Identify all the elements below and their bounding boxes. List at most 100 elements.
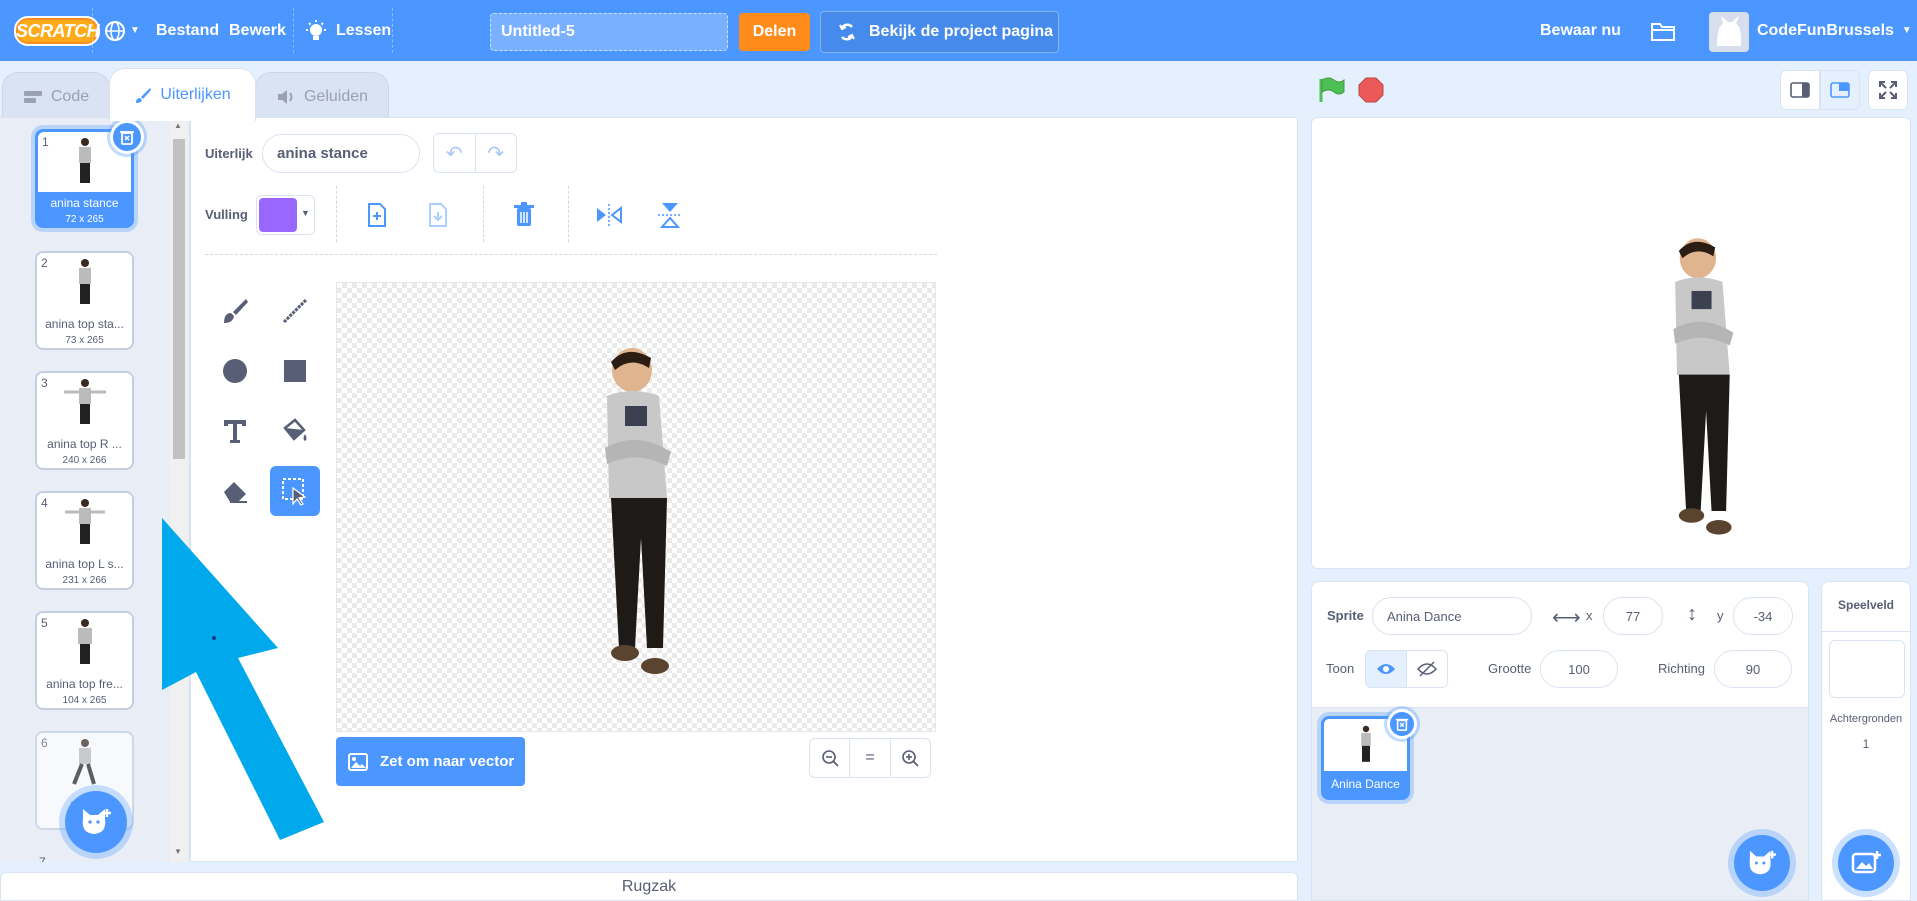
costume-size: 240 x 266: [62, 455, 107, 466]
file-menu[interactable]: Bestand: [156, 0, 219, 61]
undo-icon[interactable]: ↶: [434, 134, 476, 172]
green-flag-icon[interactable]: [1317, 77, 1345, 108]
size-input[interactable]: 100: [1540, 650, 1618, 688]
delete-selection-icon[interactable]: [504, 195, 544, 235]
show-sprite-eye-icon[interactable]: [1365, 650, 1407, 688]
scratch-logo[interactable]: SCRATCH: [14, 16, 100, 46]
account-menu[interactable]: CodeFunBrussels ▼: [1757, 0, 1912, 61]
costume-number: 7: [39, 855, 46, 862]
edit-menu[interactable]: Bewerk: [229, 0, 286, 61]
delete-costume-button[interactable]: [110, 120, 144, 154]
costume-name-input[interactable]: anina stance: [262, 134, 420, 173]
project-title-input[interactable]: Untitled-5: [490, 13, 728, 51]
zoom-controls: =: [809, 738, 931, 778]
costume-name: anina top R ...: [47, 437, 122, 451]
scroll-up-icon[interactable]: ▲: [174, 121, 182, 130]
convert-to-vector-button[interactable]: Zet om naar vector: [336, 737, 525, 786]
fill-label: Vulling: [205, 207, 248, 222]
zoom-in-icon[interactable]: [891, 739, 930, 777]
costume-item[interactable]: 3 anina top R ... 240 x 266: [35, 371, 134, 470]
menu-separator: [293, 8, 294, 53]
hide-sprite-eye-icon[interactable]: [1406, 650, 1448, 688]
fullscreen-icon[interactable]: [1868, 70, 1908, 110]
x-label: x: [1586, 608, 1593, 623]
caret-down-icon: ▼: [130, 25, 140, 36]
small-stage-icon[interactable]: [1780, 70, 1820, 110]
zoom-out-icon[interactable]: [810, 739, 851, 777]
annotation-arrow: [162, 518, 324, 840]
my-stuff-folder-icon[interactable]: [1650, 0, 1676, 61]
user-avatar[interactable]: [1709, 12, 1749, 52]
tab-costumes[interactable]: Uiterlijken: [109, 68, 256, 121]
rectangle-tool-icon[interactable]: [270, 346, 320, 396]
stop-icon[interactable]: [1358, 77, 1384, 108]
line-tool-icon[interactable]: [270, 286, 320, 336]
language-menu[interactable]: ▼: [104, 0, 140, 61]
choose-backdrop-button[interactable]: [1838, 835, 1894, 891]
flip-vertical-icon[interactable]: [650, 195, 690, 235]
choose-costume-button[interactable]: [65, 791, 127, 853]
circle-tool-icon[interactable]: [210, 346, 260, 396]
fill-color-swatch: [259, 198, 297, 232]
normal-stage-icon[interactable]: [1820, 70, 1860, 110]
paste-icon[interactable]: [418, 195, 458, 235]
costume-name: anina top L s...: [45, 557, 124, 571]
fill-bucket-tool-icon[interactable]: [270, 406, 320, 456]
costume-thumbnail: [37, 733, 132, 793]
copy-icon[interactable]: [357, 195, 397, 235]
tab-code-label: Code: [50, 87, 90, 105]
costume-number: 6: [41, 736, 48, 750]
direction-input[interactable]: 90: [1714, 650, 1792, 688]
costume-name: anina top fre...: [46, 677, 123, 691]
redo-icon[interactable]: ↷: [476, 134, 517, 172]
tutorials-menu[interactable]: Lessen: [306, 0, 391, 61]
y-input[interactable]: -34: [1733, 597, 1793, 635]
direction-label: Richting: [1658, 661, 1705, 676]
costume-name: anina top sta...: [45, 317, 124, 331]
size-label: Grootte: [1488, 661, 1532, 676]
fill-color-picker[interactable]: ▼: [256, 195, 315, 235]
see-project-page-button[interactable]: Bekijk de project pagina: [820, 11, 1059, 53]
undo-redo-group: ↶ ↷: [433, 133, 517, 173]
eraser-tool-icon[interactable]: [210, 466, 260, 516]
trash-icon: [1395, 718, 1409, 731]
tab-sounds[interactable]: Geluiden: [255, 72, 389, 120]
text-tool-icon[interactable]: [210, 406, 260, 456]
paint-canvas[interactable]: [336, 282, 936, 732]
costume-item[interactable]: 4 anina top L s... 231 x 266: [35, 491, 134, 590]
stage-pane-title: Speelveld: [1822, 582, 1910, 632]
stage-thumbnail: [1829, 640, 1905, 698]
choose-sprite-button[interactable]: [1734, 835, 1790, 891]
share-button[interactable]: Delen: [739, 13, 810, 51]
costume-item[interactable]: 2 anina top sta... 73 x 265: [35, 251, 134, 350]
toolbar-separator: [568, 186, 569, 242]
costume-item[interactable]: 5 anina top fre... 104 x 265: [35, 611, 134, 710]
globe-icon: [105, 20, 125, 41]
sprite-label: Sprite: [1327, 608, 1364, 623]
y-label: y: [1717, 608, 1724, 623]
flip-horizontal-icon[interactable]: [589, 195, 629, 235]
select-tool-icon[interactable]: [270, 466, 320, 516]
costume-number: 4: [41, 496, 48, 510]
scroll-down-icon[interactable]: ▼: [174, 847, 182, 856]
menu-separator: [92, 8, 93, 53]
caret-down-icon: ▼: [1901, 25, 1912, 36]
backpack-bar[interactable]: Rugzak: [0, 872, 1298, 901]
brush-tool-icon[interactable]: [210, 286, 260, 336]
sprite-on-stage: [1673, 238, 1734, 535]
tab-costumes-label: Uiterlijken: [160, 86, 231, 103]
save-now-button[interactable]: Bewaar nu: [1540, 0, 1621, 61]
delete-sprite-button[interactable]: [1387, 709, 1417, 739]
stage[interactable]: [1311, 117, 1911, 569]
sprite-tile-name: Anina Dance: [1331, 777, 1400, 791]
tab-code[interactable]: Code: [2, 72, 110, 120]
sprite-name-input[interactable]: Anina Dance: [1372, 597, 1532, 635]
zoom-reset-button[interactable]: =: [850, 739, 891, 777]
costume-thumbnail: [37, 253, 132, 313]
x-input[interactable]: 77: [1603, 597, 1663, 635]
toolbar-divider: [205, 254, 937, 255]
toolbar-separator: [483, 186, 484, 242]
scrollbar-thumb[interactable]: [173, 139, 185, 459]
username-label: CodeFunBrussels: [1757, 21, 1894, 39]
costume-size: 104 x 265: [62, 695, 107, 706]
